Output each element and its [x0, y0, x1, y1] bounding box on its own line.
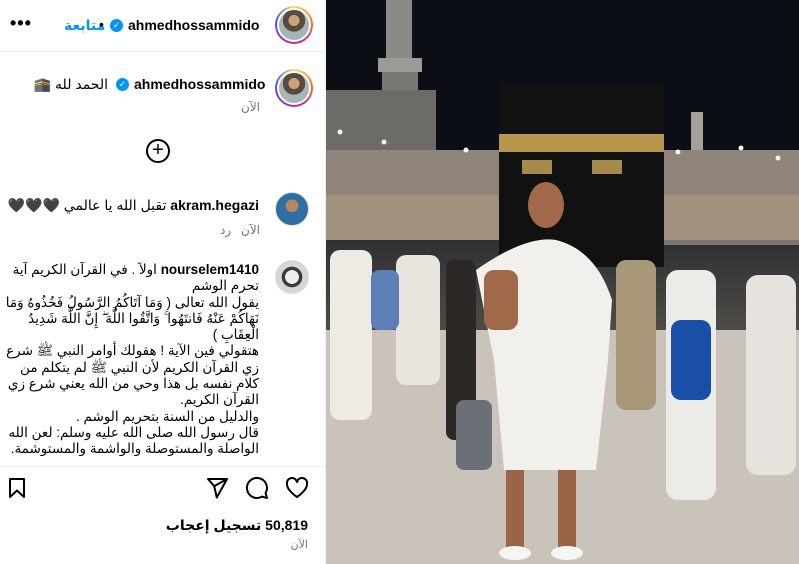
- likes-count[interactable]: 50,819 تسجيل إعجاب: [166, 517, 308, 534]
- verified-icon: ✓: [110, 19, 123, 32]
- photo-scene: [326, 0, 799, 564]
- post-photo[interactable]: [326, 0, 799, 564]
- likes-number: 50,819: [265, 517, 308, 533]
- caption-time: الآن: [241, 100, 260, 114]
- comment-text-row: akram.hegazi تقبل الله يا عالمي 🖤🖤🖤: [8, 197, 259, 214]
- save-icon[interactable]: [7, 477, 27, 499]
- comment-line: هتقولي فين الآية ! هقولك أوامر النبي ﷺ ش…: [6, 343, 259, 408]
- post-time: الآن: [290, 539, 308, 551]
- comment-username[interactable]: nourselem1410: [161, 262, 259, 277]
- share-icon[interactable]: [205, 476, 229, 500]
- more-icon[interactable]: •••: [10, 13, 32, 34]
- comment-line: قال رسول الله صلى الله عليه وسلم: لعن ال…: [8, 424, 259, 456]
- post-actions: 50,819 تسجيل إعجاب الآن: [0, 466, 325, 564]
- header-separator: •: [99, 16, 104, 32]
- comment-icon[interactable]: [245, 476, 269, 500]
- caption-verified-icon: ✓: [116, 78, 129, 91]
- author-avatar[interactable]: [275, 6, 313, 44]
- long-comment: nourselem1410 اولاً . في القرآن الكريم آ…: [4, 262, 259, 456]
- add-comment-icon[interactable]: +: [146, 139, 170, 163]
- post-header: ••• متابعة • ✓ ahmedhossammido: [0, 0, 325, 52]
- reply-button[interactable]: رد: [220, 223, 231, 237]
- header-username[interactable]: ahmedhossammido: [128, 17, 259, 33]
- comment-line: يقول الله تعالى ( وَمَا آتَاكُمُ الرَّسُ…: [5, 294, 259, 343]
- caption-username[interactable]: ahmedhossammido: [134, 76, 265, 92]
- like-icon[interactable]: [285, 477, 309, 499]
- comment-line: والدليل من السنة بتحريم الوشم .: [76, 408, 259, 424]
- caption-text: الحمد لله 🕋: [33, 76, 108, 92]
- post-details-panel: ••• متابعة • ✓ ahmedhossammido ahmedhoss…: [0, 0, 326, 564]
- comment-text: تقبل الله يا عالمي 🖤🖤🖤: [7, 197, 167, 213]
- comment-avatar[interactable]: [275, 192, 309, 226]
- comment-avatar[interactable]: [275, 260, 309, 294]
- caption-avatar[interactable]: [275, 69, 313, 107]
- likes-label: تسجيل إعجاب: [165, 517, 262, 533]
- comment-time: الآن: [241, 223, 260, 237]
- comment-username[interactable]: akram.hegazi: [170, 197, 259, 213]
